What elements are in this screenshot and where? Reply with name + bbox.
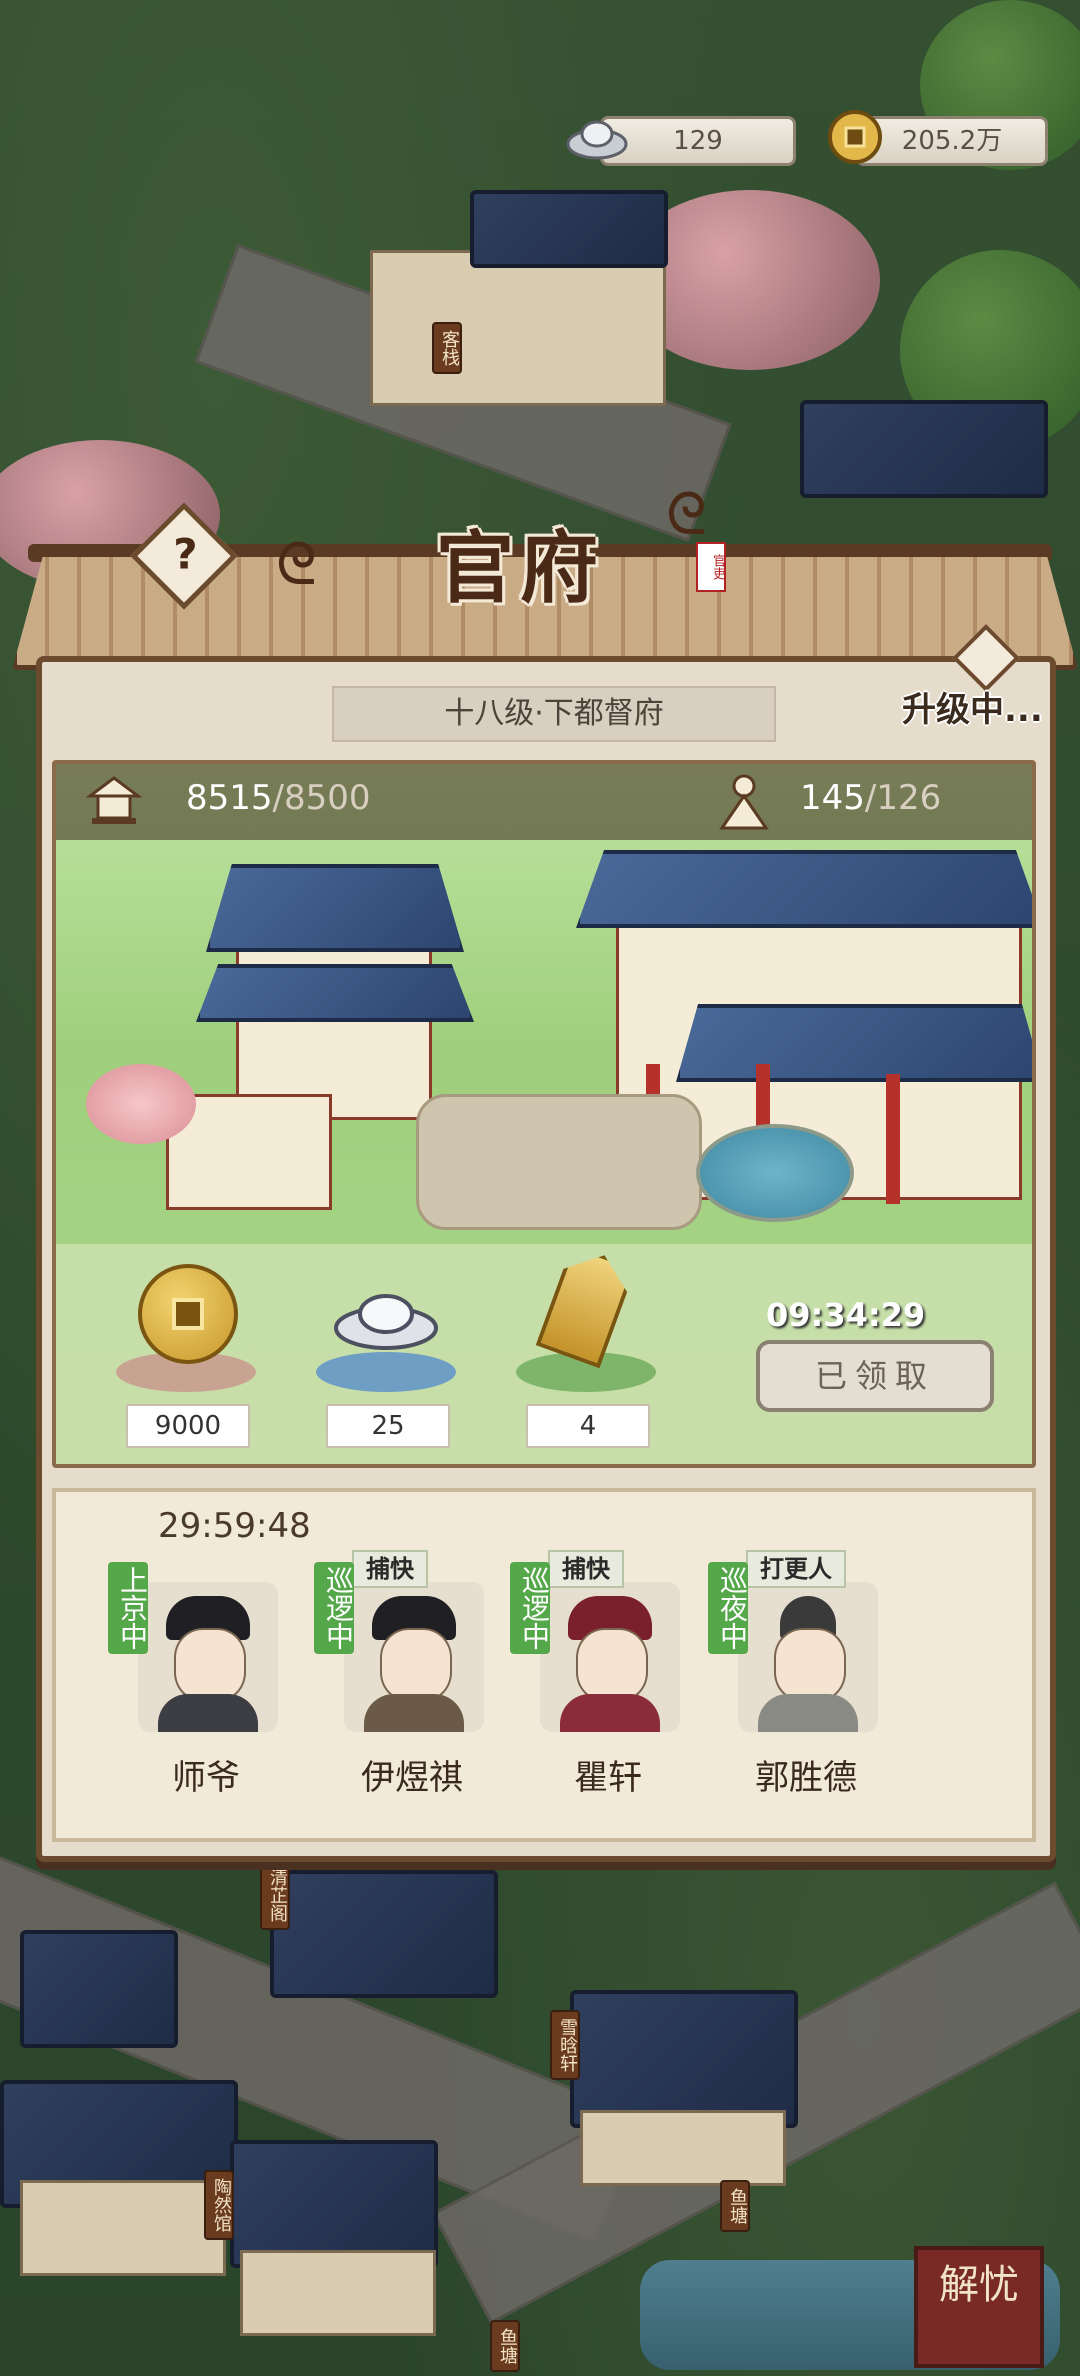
population-max: /126 [864, 778, 942, 818]
robe [560, 1694, 660, 1732]
robe [364, 1694, 464, 1732]
avatar [344, 1582, 484, 1732]
prosperity-stat: 8515/8500 [186, 778, 371, 818]
building-wall [240, 2250, 436, 2336]
jieyou-button[interactable]: 解忧 [914, 2246, 1044, 2368]
copper-value: 205.2万 [901, 126, 1003, 156]
avatar [138, 1582, 278, 1732]
silver-ingot-icon [334, 1294, 438, 1350]
reward-copper[interactable]: 9000 [106, 1264, 266, 1464]
staff-member-shiye[interactable]: 上京中 师爷 [108, 1562, 286, 1812]
face [380, 1628, 452, 1702]
face [774, 1628, 846, 1702]
avatar [738, 1582, 878, 1732]
robe [158, 1694, 258, 1732]
building-roof [230, 2140, 438, 2268]
panel-title: 官府 [436, 523, 605, 614]
reward-token[interactable]: 4 [506, 1264, 666, 1464]
building-wall [580, 2110, 786, 2186]
population-current: 145 [800, 778, 865, 818]
cloud-ornament-icon: ᘓ [276, 530, 317, 598]
staff-section: 29:59:48 上京中 师爷 捕快 巡逻中 伊煜祺 捕快 巡逻中 瞿轩 打更人… [52, 1488, 1036, 1842]
seal-stamp: 官吏 [696, 542, 726, 592]
scene-roof [196, 964, 474, 1022]
staff-member-yiyuqi[interactable]: 捕快 巡逻中 伊煜祺 [314, 1550, 492, 1812]
courtyard-path [416, 1094, 702, 1230]
inn-building [370, 250, 666, 406]
staff-name: 师爷 [172, 1758, 240, 1798]
map-label-inn[interactable]: 客栈 [432, 322, 462, 374]
reward-timer: 09:34:29 [766, 1296, 926, 1334]
panel-header: ᘓ 官府 官吏 ᘓ [276, 480, 726, 620]
robe [758, 1694, 858, 1732]
map-label-qingzhi[interactable]: 清芷阁 [260, 1860, 290, 1930]
office-scene[interactable]: 8515/8500 145/126 9000 25 4 09:34:29 已领取 [52, 760, 1036, 1468]
status-badge: 巡逻中 [510, 1562, 551, 1654]
reward-silver[interactable]: 25 [306, 1264, 466, 1464]
government-office-panel: ? ᘓ 官府 官吏 ᘓ 十八级·下都督府 升级中... 8515/8500 14… [12, 480, 1078, 1862]
building-roof [800, 400, 1048, 498]
pavilion-icon [86, 776, 142, 824]
map-label-yutang[interactable]: 鱼塘 [490, 2320, 520, 2372]
map-label-taoran[interactable]: 陶然馆 [204, 2170, 234, 2240]
silver-counter[interactable]: 129 [600, 116, 796, 166]
status-badge: 巡逻中 [314, 1562, 355, 1654]
inn-roof [470, 190, 668, 268]
official-figure-icon [719, 774, 769, 830]
silver-ingot-icon [566, 120, 628, 160]
copper-coin-icon [828, 110, 882, 164]
avatar [540, 1582, 680, 1732]
copper-coin-icon [138, 1264, 238, 1364]
building-roof [270, 1870, 498, 1998]
level-banner: 十八级·下都督府 [332, 686, 776, 742]
reward-base [316, 1352, 456, 1392]
status-badge: 巡夜中 [708, 1562, 749, 1654]
status-badge: 上京中 [108, 1562, 149, 1654]
scene-roof [206, 864, 464, 952]
scene-roof [576, 850, 1032, 928]
role-tag: 打更人 [746, 1550, 846, 1588]
map-label-yutang[interactable]: 鱼塘 [720, 2180, 750, 2232]
building-wall [20, 2180, 226, 2276]
cloud-ornament-icon: ᘓ [666, 480, 707, 548]
reward-amount: 9000 [126, 1404, 250, 1448]
population-stat: 145/126 [800, 778, 941, 818]
upgrade-status[interactable]: 升级中... [902, 682, 1043, 731]
face [174, 1628, 246, 1702]
reward-amount: 4 [526, 1404, 650, 1448]
role-tag: 捕快 [352, 1550, 428, 1588]
panel-body: 十八级·下都督府 升级中... 8515/8500 145/126 9000 2… [36, 624, 1056, 1862]
red-pillar [886, 1074, 900, 1204]
reward-amount: 25 [326, 1404, 450, 1448]
flower-bush [86, 1064, 196, 1144]
claimed-button[interactable]: 已领取 [756, 1340, 994, 1412]
staff-member-quxuan[interactable]: 捕快 巡逻中 瞿轩 [510, 1550, 688, 1812]
prosperity-current: 8515 [186, 778, 273, 818]
staff-timer: 29:59:48 [158, 1506, 311, 1546]
staff-name: 瞿轩 [574, 1758, 642, 1798]
staff-name: 郭胜德 [755, 1758, 857, 1798]
silver-value: 129 [673, 126, 723, 156]
map-label-xuehan[interactable]: 雪晗轩 [550, 2010, 580, 2080]
staff-name: 伊煜祺 [361, 1758, 463, 1798]
prosperity-max: /8500 [272, 778, 371, 818]
garden-pond [696, 1124, 854, 1222]
building-roof [20, 1930, 178, 2048]
staff-member-guoshengde[interactable]: 打更人 巡夜中 郭胜德 [708, 1550, 886, 1812]
face [576, 1628, 648, 1702]
role-tag: 捕快 [548, 1550, 624, 1588]
building-roof [570, 1990, 798, 2128]
scene-roof [676, 1004, 1032, 1082]
